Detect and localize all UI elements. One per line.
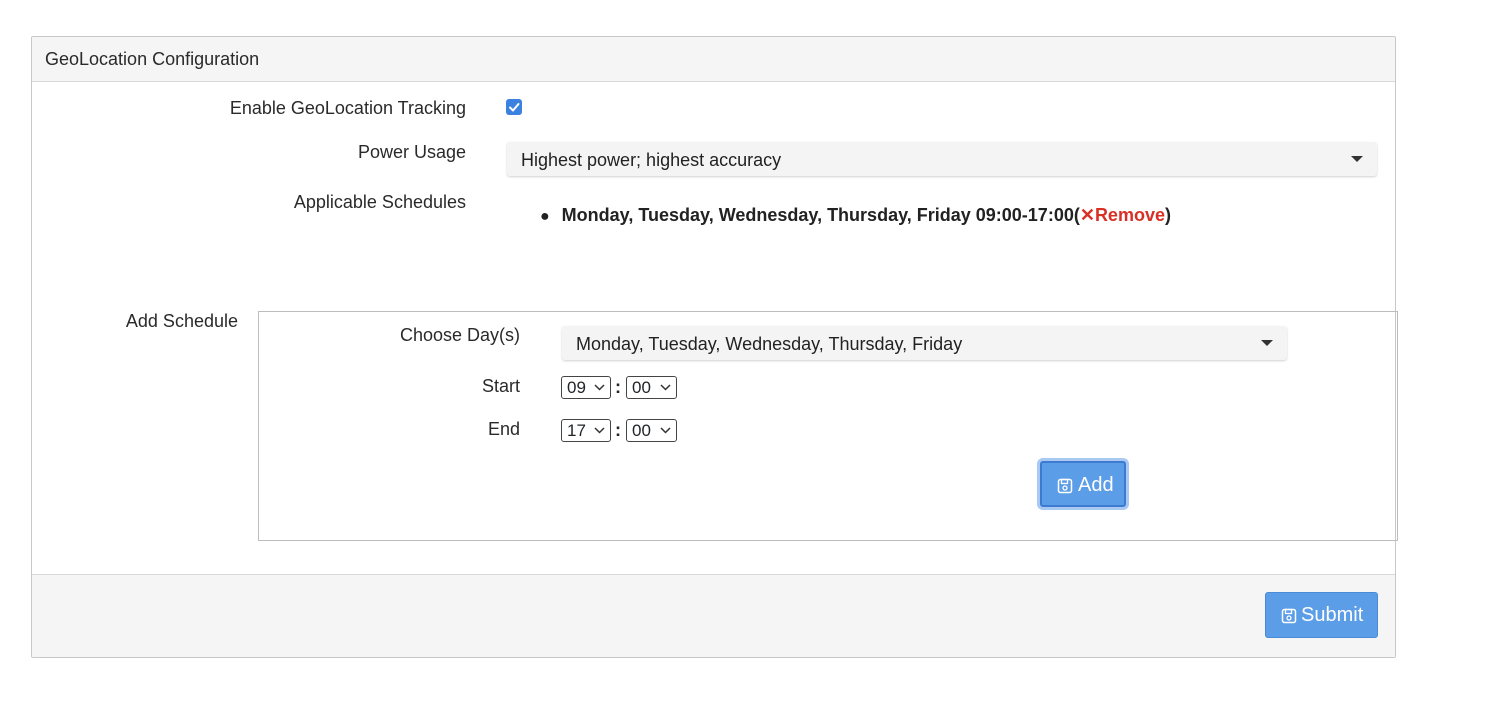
start-hour-value: 09 bbox=[567, 378, 586, 397]
chevron-down-icon bbox=[660, 384, 671, 391]
days-value: Monday, Tuesday, Wednesday, Thursday, Fr… bbox=[576, 334, 963, 354]
remove-close-paren: ) bbox=[1164, 205, 1171, 225]
remove-schedule-link[interactable]: ✕Remove bbox=[1080, 205, 1165, 225]
start-minute-value: 00 bbox=[632, 378, 651, 397]
chevron-down-icon bbox=[660, 427, 671, 434]
end-label: End bbox=[487, 419, 520, 439]
power-usage-label: Power Usage bbox=[357, 142, 466, 162]
enable-tracking-checkbox[interactable] bbox=[506, 99, 522, 115]
close-icon: ✕ bbox=[1079, 205, 1095, 225]
remove-label: Remove bbox=[1094, 205, 1165, 225]
add-schedule-label: Add Schedule bbox=[125, 311, 238, 331]
schedule-text: Monday, Tuesday, Wednesday, Thursday, Fr… bbox=[561, 205, 1074, 225]
floppy-disk-icon bbox=[1057, 478, 1073, 494]
submit-button[interactable]: Submit bbox=[1265, 592, 1378, 638]
geolocation-config-panel: GeoLocation Configuration Enable GeoLoca… bbox=[31, 36, 1398, 658]
power-usage-select[interactable]: Highest power; highest accuracy bbox=[507, 142, 1377, 176]
floppy-disk-icon bbox=[1281, 608, 1297, 624]
end-hour-value: 17 bbox=[567, 421, 586, 440]
add-button-label: Add bbox=[1078, 474, 1114, 496]
panel-footer bbox=[32, 574, 1395, 657]
end-hour-select[interactable]: 17 bbox=[561, 419, 611, 442]
enable-tracking-label: Enable GeoLocation Tracking bbox=[229, 98, 466, 118]
days-select[interactable]: Monday, Tuesday, Wednesday, Thursday, Fr… bbox=[562, 326, 1287, 360]
power-usage-value: Highest power; highest accuracy bbox=[521, 150, 782, 170]
start-minute-select[interactable]: 00 bbox=[626, 376, 677, 399]
start-hour-select[interactable]: 09 bbox=[561, 376, 611, 399]
end-minute-select[interactable]: 00 bbox=[626, 419, 677, 442]
caret-down-icon bbox=[1261, 340, 1273, 346]
chevron-down-icon bbox=[594, 427, 605, 434]
caret-down-icon bbox=[1351, 156, 1363, 162]
schedule-list-item: ● Monday, Tuesday, Wednesday, Thursday, F… bbox=[540, 205, 1171, 226]
choose-days-label: Choose Day(s) bbox=[399, 325, 520, 345]
checkmark-icon bbox=[509, 103, 520, 112]
time-separator: : bbox=[615, 420, 621, 440]
add-schedule-button[interactable]: Add bbox=[1040, 461, 1126, 507]
panel-title: GeoLocation Configuration bbox=[45, 49, 260, 69]
panel-heading: GeoLocation Configuration bbox=[32, 37, 1395, 82]
applicable-schedules-label: Applicable Schedules bbox=[293, 192, 466, 212]
end-minute-value: 00 bbox=[632, 421, 651, 440]
chevron-down-icon bbox=[594, 384, 605, 391]
time-separator: : bbox=[615, 377, 621, 397]
start-label: Start bbox=[481, 376, 520, 396]
bullet-icon: ● bbox=[540, 208, 550, 225]
submit-button-label: Submit bbox=[1301, 604, 1364, 626]
